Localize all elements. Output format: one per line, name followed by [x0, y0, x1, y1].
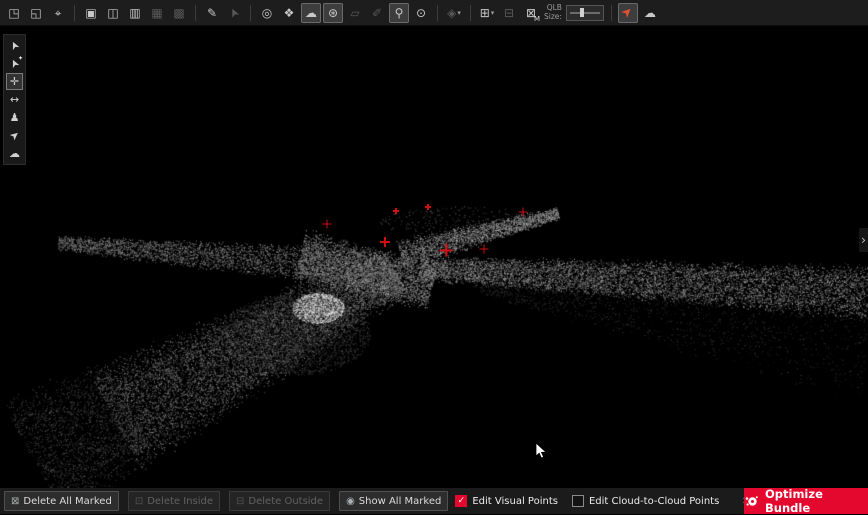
toolbar-separator — [250, 5, 251, 21]
person-view-icon[interactable]: ♟ — [6, 109, 23, 126]
ruler-icon: ▱ — [345, 3, 365, 23]
point-cloud-canvas[interactable] — [0, 26, 868, 488]
checkbox-label: Edit Cloud-to-Cloud Points — [589, 496, 719, 507]
toolbar-separator — [611, 5, 612, 21]
duplicate-view-icon[interactable]: ◳ — [4, 3, 24, 23]
tag-points-icon[interactable]: ❖ — [279, 3, 299, 23]
checkbox-label: Edit Visual Points — [472, 496, 558, 507]
grid-view-icon: ▦ — [147, 3, 167, 23]
toolbar-separator — [74, 5, 75, 21]
left-toolbar: ➤➤✦✛↔♟➤☁ — [3, 34, 26, 165]
zoom-extents-icon[interactable]: ⌖ — [48, 3, 68, 23]
film-strip-icon: ▩ — [169, 3, 189, 23]
tie-point-marker[interactable] — [480, 245, 489, 254]
bottom-buttons: ⊠Delete All Marked ⊡Delete Inside ⊟Delete … — [4, 491, 455, 511]
toolbar-groups-right: ➤☁ — [607, 3, 660, 23]
bottom-bar: ⊠Delete All Marked ⊡Delete Inside ⊟Delete … — [0, 488, 868, 514]
toolbar-separator — [195, 5, 196, 21]
tie-point-marker[interactable] — [440, 244, 453, 257]
tie-point-marker[interactable] — [323, 220, 332, 229]
cloud-display-icon[interactable]: ☁ — [6, 145, 23, 162]
window-layout-icon[interactable]: ◱ — [26, 3, 46, 23]
select-points-icon[interactable]: ➤✦ — [6, 55, 23, 72]
gps-target-icon[interactable]: ⊙ — [411, 3, 431, 23]
viewport[interactable]: › — [0, 26, 868, 488]
top-toolbar: ◳◱⌖▣◫▥▦▩✎➤◎❖☁⊛▱✐⚲⊙◈▾⊞▾⊟⊠M QLB Size: ➤☁ — [0, 0, 868, 26]
location-pin-icon[interactable]: ⚲ — [389, 3, 409, 23]
qlb-size-control: QLB Size: — [544, 4, 604, 21]
qlb-box-alt-icon: ⊟ — [499, 3, 519, 23]
select-circle-icon[interactable]: ◎ — [257, 3, 277, 23]
dual-view-icon[interactable]: ◫ — [103, 3, 123, 23]
pan-move-icon[interactable]: ✛ — [6, 73, 23, 90]
qlb-box-icon[interactable]: ⊞▾ — [477, 3, 497, 23]
optimize-bundle-icon — [744, 494, 759, 509]
tie-point-marker[interactable] — [380, 237, 390, 247]
application-window: ◳◱⌖▣◫▥▦▩✎➤◎❖☁⊛▱✐⚲⊙◈▾⊞▾⊟⊠M QLB Size: ➤☁ ›… — [0, 0, 868, 514]
edit-visual-points-checkbox[interactable]: ✓ Edit Visual Points — [455, 495, 558, 507]
tie-point-marker[interactable] — [393, 208, 399, 214]
tie-point-marker[interactable] — [519, 208, 528, 217]
qlb-size-slider[interactable] — [566, 5, 604, 21]
delete-outside-button: ⊟Delete Outside — [229, 491, 330, 511]
show-all-marked-button[interactable]: ◉Show All Marked — [339, 491, 448, 511]
tie-point-marker[interactable] — [425, 204, 431, 210]
checkbox-check-icon: ✓ — [455, 495, 467, 507]
draw-icon: ✐ — [367, 3, 387, 23]
camera-icon[interactable]: ▣ — [81, 3, 101, 23]
panel-expand-handle[interactable]: › — [859, 228, 868, 252]
cube-menu-icon: ◈▾ — [444, 3, 464, 23]
measure-icon[interactable]: ✎ — [202, 3, 222, 23]
qlb-box-m-icon[interactable]: ⊠M — [521, 3, 541, 23]
pick-point-icon: ➤ — [224, 3, 244, 23]
optimize-bundle-button[interactable]: Optimize Bundle — [744, 488, 868, 514]
optimize-bundle-label: Optimize Bundle — [765, 487, 868, 515]
mark-cloud-icon[interactable]: ☁ — [301, 3, 321, 23]
cloud-tools-icon[interactable]: ☁ — [640, 3, 660, 23]
single-view-icon[interactable]: ▥ — [125, 3, 145, 23]
toolbar-separator — [437, 5, 438, 21]
measure-range-icon[interactable]: ↔ — [6, 91, 23, 108]
qlb-slider-track — [570, 12, 600, 14]
fly-navigation-icon[interactable]: ➤ — [6, 127, 23, 144]
delete-all-marked-button[interactable]: ⊠Delete All Marked — [4, 491, 119, 511]
delete-inside-button: ⊡Delete Inside — [128, 491, 220, 511]
qlb-size-label: QLB Size: — [544, 4, 562, 21]
mouse-cursor — [535, 442, 547, 464]
toolbar-separator — [470, 5, 471, 21]
toolbar-groups-left: ◳◱⌖ ▣◫▥▦▩ ✎➤ ◎❖☁⊛▱✐⚲⊙ ◈▾ ⊞▾⊟⊠M — [4, 3, 541, 23]
select-cursor-icon[interactable]: ➤ — [6, 37, 23, 54]
qlb-slider-handle[interactable] — [580, 8, 584, 17]
edit-cloud-to-cloud-checkbox[interactable]: Edit Cloud-to-Cloud Points — [572, 495, 719, 507]
optimize-rocket-icon[interactable]: ➤ — [618, 3, 638, 23]
checkbox-check-icon — [572, 495, 584, 507]
cloud-sphere-icon[interactable]: ⊛ — [323, 3, 343, 23]
